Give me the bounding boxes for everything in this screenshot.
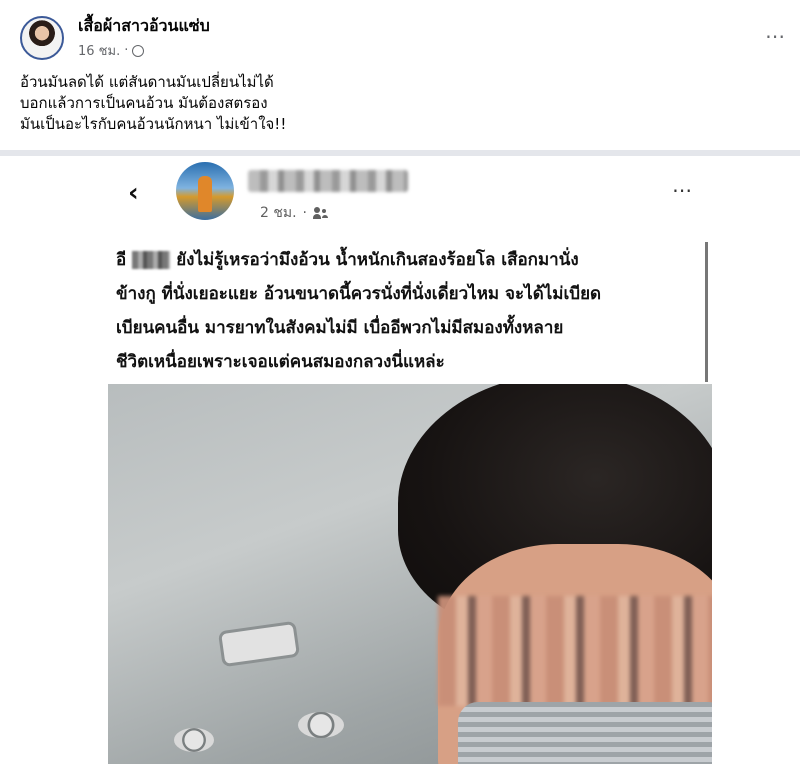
cabin-light: [217, 620, 301, 668]
more-options-icon[interactable]: ⋯: [765, 24, 786, 48]
post-time[interactable]: 16 ชม.: [78, 40, 120, 61]
scrollbar: [705, 242, 708, 382]
post-text-line: บอกแล้วการเป็นคนอ้วน มันต้องสตรอง: [20, 94, 268, 112]
screenshot-post-time: 2 ชม.: [260, 205, 297, 221]
friends-icon: [313, 207, 329, 219]
quote-line: ชีวิตเหนื่อยเพราะเจอแต่คนสมองกลวงนี่แหล่…: [116, 352, 445, 372]
blurred-poster-name: [248, 170, 408, 192]
face-mask: [458, 702, 712, 764]
pixelated-eyes: [438, 596, 712, 706]
selfie-photo: [108, 384, 712, 764]
post-text: อ้วนมันลดได้ แต่สันดานมันเปลี่ยนไม่ได้ บ…: [20, 72, 286, 135]
quote-line: ข้างกู ที่นั่งเยอะแยะ อ้วนขนาดนี้ควรนั่ง…: [116, 284, 602, 304]
quote-prefix: อี: [116, 250, 127, 270]
quote-line: ยังไม่รู้เหรอว่ามึงอ้วน น้ำหนักเกินสองร้…: [176, 250, 579, 270]
post-text-line: อ้วนมันลดได้ แต่สันดานมันเปลี่ยนไม่ได้: [20, 73, 274, 91]
globe-icon: [132, 44, 145, 57]
post-meta: 16 ชม. ·: [78, 40, 145, 61]
facebook-post: เสื้อผ้าสาวอ้วนแซ่บ 16 ชม. · ⋯ อ้วนมันลด…: [0, 0, 800, 150]
air-vent: [174, 728, 214, 752]
page-avatar[interactable]: [20, 16, 64, 60]
quote-line: เบียนคนอื่น มารยาทในสังคมไม่มี เบื่ออีพว…: [116, 318, 564, 338]
screenshot-post-meta: 2 ชม. ·: [260, 202, 329, 224]
page-name[interactable]: เสื้อผ้าสาวอ้วนแซ่บ: [78, 14, 210, 39]
back-arrow-icon[interactable]: ‹: [128, 178, 139, 208]
divider: [0, 150, 800, 156]
shared-screenshot-image[interactable]: ‹ 2 ชม. · ⋯ อี ยังไม่รู้เหรอว่ามึงอ้วน น้…: [108, 158, 712, 764]
poster-avatar: [176, 162, 234, 220]
screenshot-more-icon: ⋯: [672, 178, 692, 202]
post-text-line: มันเป็นอะไรกับคนอ้วนนักหนา ไม่เข้าใจ!!: [20, 115, 287, 133]
air-vent: [298, 712, 344, 738]
censored-name: [132, 251, 171, 269]
